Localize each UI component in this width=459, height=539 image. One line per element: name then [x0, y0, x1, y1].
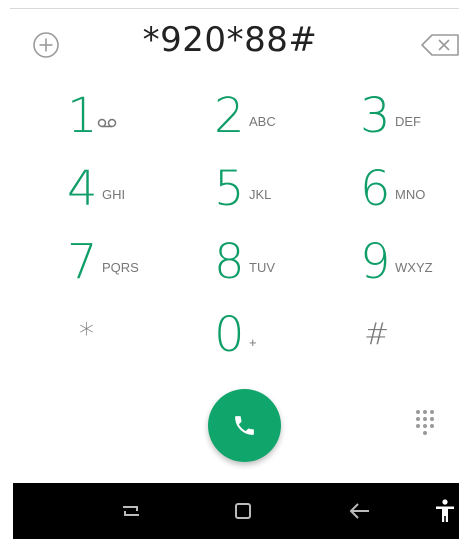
dialpad-icon: [416, 410, 434, 435]
backspace-button[interactable]: [420, 32, 459, 58]
key-hash[interactable]: #: [364, 303, 459, 367]
nav-recents-button[interactable]: [117, 497, 145, 525]
key-digit: #: [364, 317, 390, 352]
nav-home-button[interactable]: [229, 497, 257, 525]
voicemail-icon: [97, 118, 117, 128]
dialer-screen: *920*88# 1 2 ABC 3 DEF 4 GHI 5 JKL 6 MNO…: [0, 0, 459, 539]
key-8[interactable]: 8 TUV: [214, 230, 334, 294]
backspace-icon: [421, 34, 459, 56]
key-digit: 2: [214, 88, 245, 144]
key-7[interactable]: 7 PQRS: [67, 230, 187, 294]
key-digit: 6: [360, 161, 391, 217]
call-button[interactable]: [208, 389, 281, 462]
add-circle-icon: [33, 32, 59, 58]
key-letters: MNO: [395, 187, 426, 202]
key-digit: 9: [360, 234, 391, 290]
home-icon: [235, 503, 251, 519]
key-1[interactable]: 1: [67, 84, 187, 148]
key-letters: ABC: [249, 114, 276, 129]
key-digit: 3: [360, 88, 391, 144]
navigation-bar: [13, 483, 459, 539]
key-digit: 1: [67, 88, 98, 144]
key-3[interactable]: 3 DEF: [360, 84, 459, 148]
add-contact-button[interactable]: [31, 30, 61, 60]
key-letters: PQRS: [102, 260, 139, 275]
phone-icon: [235, 416, 254, 435]
top-divider: [10, 8, 459, 9]
accessibility-icon: [436, 499, 454, 522]
key-2[interactable]: 2 ABC: [214, 84, 334, 148]
key-6[interactable]: 6 MNO: [360, 157, 459, 221]
key-digit: 8: [214, 234, 245, 290]
key-0[interactable]: 0 +: [214, 303, 334, 367]
nav-accessibility-button[interactable]: [431, 497, 459, 525]
key-letters: TUV: [249, 260, 275, 275]
key-letters: +: [249, 335, 257, 350]
key-digit: 0: [214, 307, 245, 363]
key-4[interactable]: 4 GHI: [67, 157, 187, 221]
key-5[interactable]: 5 JKL: [214, 157, 334, 221]
key-digit: *: [79, 317, 94, 352]
key-9[interactable]: 9 WXYZ: [360, 230, 459, 294]
key-digit: 5: [214, 161, 245, 217]
key-star[interactable]: *: [79, 303, 199, 367]
number-display-row: *920*88#: [0, 18, 459, 74]
dialpad-toggle-button[interactable]: [414, 408, 436, 440]
key-letters: DEF: [395, 114, 421, 129]
nav-back-button[interactable]: [346, 497, 374, 525]
key-letters: WXYZ: [395, 260, 433, 275]
key-digit: 7: [67, 234, 98, 290]
key-letters: JKL: [249, 187, 272, 202]
recents-icon: [123, 506, 139, 516]
dialed-number[interactable]: *920*88#: [100, 20, 360, 60]
key-letters: GHI: [102, 187, 126, 202]
back-arrow-icon: [349, 503, 369, 519]
key-digit: 4: [67, 161, 98, 217]
